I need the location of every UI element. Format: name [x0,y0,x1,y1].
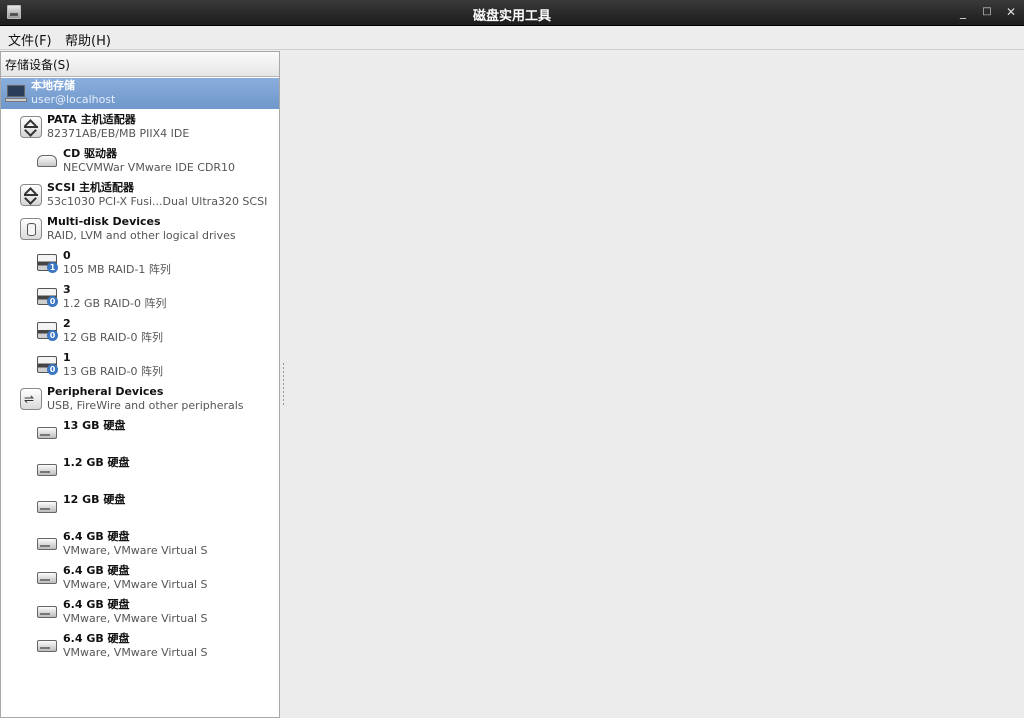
device-title: CD 驱动器 [63,147,118,160]
storage-devices-pane[interactable]: 存储设备(S) 本地存储 user@localhost PATA 主机适配器 823… [0,51,280,718]
device-title: SCSI 主机适配器 [47,181,135,194]
raid-level-badge: 1 [47,262,58,273]
hard-drive-icon [36,566,58,588]
device-subtitle: 13 GB RAID-0 阵列 [63,365,163,378]
menu-file[interactable]: 文件(F) [8,30,52,49]
laptop-icon [5,83,27,105]
device-subtitle: user@localhost [31,93,116,106]
device-subtitle: VMware, VMware Virtual S [63,578,208,591]
cdrom-icon [36,149,58,171]
device-row-pata-adapter[interactable]: PATA 主机适配器 82371AB/EB/MB PIIX4 IDE [1,112,279,146]
menu-bar: 文件(F) 帮助(H) [0,27,1024,50]
device-title: 6.4 GB 硬盘 [63,530,130,543]
minimize-button[interactable]: _ [955,4,971,20]
multidisk-icon [20,218,42,240]
device-row-peripheral[interactable]: ⇌ Peripheral Devices USB, FireWire and ot… [1,384,279,418]
device-title: 6.4 GB 硬盘 [63,598,130,611]
raid-level-badge: 0 [47,330,58,341]
device-row-hard-disk[interactable]: 12 GB 硬盘 [1,492,279,529]
device-row-hard-disk[interactable]: 6.4 GB 硬盘 VMware, VMware Virtual S [1,529,279,563]
device-subtitle: 1.2 GB RAID-0 阵列 [63,297,167,310]
device-row-multi-disk[interactable]: Multi-disk Devices RAID, LVM and other lo… [1,214,279,248]
device-row-raid-0[interactable]: 1 0 105 MB RAID-1 阵列 [1,248,279,282]
device-row-local-storage[interactable]: 本地存储 user@localhost [1,78,279,109]
device-title: 本地存储 [31,79,75,92]
device-subtitle: VMware, VMware Virtual S [63,612,208,625]
device-row-raid-3[interactable]: 0 3 1.2 GB RAID-0 阵列 [1,282,279,316]
details-pane [284,51,1024,718]
hard-drive-icon [36,532,58,554]
raid-icon: 1 [36,251,58,273]
raid-level-badge: 0 [47,364,58,375]
usb-icon: ⇌ [20,388,42,410]
device-row-hard-disk[interactable]: 6.4 GB 硬盘 VMware, VMware Virtual S [1,631,279,665]
raid-icon: 0 [36,285,58,307]
device-title: 0 [63,249,71,262]
storage-devices-header[interactable]: 存储设备(S) [1,52,279,77]
device-row-raid-1[interactable]: 0 1 13 GB RAID-0 阵列 [1,350,279,384]
maximize-button[interactable]: □ [979,4,995,20]
hard-drive-icon [36,421,58,443]
device-row-raid-2[interactable]: 0 2 12 GB RAID-0 阵列 [1,316,279,350]
device-subtitle: 105 MB RAID-1 阵列 [63,263,171,276]
device-subtitle: NECVMWar VMware IDE CDR10 [63,161,236,174]
device-subtitle: VMware, VMware Virtual S [63,646,208,659]
device-row-cd-drive[interactable]: CD 驱动器 NECVMWar VMware IDE CDR10 [1,146,279,180]
device-title: PATA 主机适配器 [47,113,136,126]
device-title: Peripheral Devices [47,385,164,398]
device-row-hard-disk[interactable]: 13 GB 硬盘 [1,418,279,455]
device-subtitle: 82371AB/EB/MB PIIX4 IDE [47,127,190,140]
device-title: 6.4 GB 硬盘 [63,564,130,577]
device-subtitle: RAID, LVM and other logical drives [47,229,236,242]
raid-icon: 0 [36,353,58,375]
device-subtitle: 12 GB RAID-0 阵列 [63,331,163,344]
device-subtitle: VMware, VMware Virtual S [63,544,208,557]
device-title: 13 GB 硬盘 [63,419,126,432]
device-row-hard-disk[interactable]: 6.4 GB 硬盘 VMware, VMware Virtual S [1,563,279,597]
device-title: 6.4 GB 硬盘 [63,632,130,645]
raid-level-badge: 0 [47,296,58,307]
window-title: 磁盘实用工具 [472,9,551,24]
hard-drive-icon [36,458,58,480]
device-title: 2 [63,317,71,330]
device-subtitle: USB, FireWire and other peripherals [47,399,244,412]
device-row-hard-disk[interactable]: 1.2 GB 硬盘 [1,455,279,492]
device-row-hard-disk[interactable]: 6.4 GB 硬盘 VMware, VMware Virtual S [1,597,279,631]
controller-icon [20,184,42,206]
hard-drive-icon [36,495,58,517]
device-title: 12 GB 硬盘 [63,493,126,506]
title-bar[interactable]: 磁盘实用工具 _ □ ✕ [0,0,1024,26]
close-button[interactable]: ✕ [1003,4,1019,20]
controller-icon [20,116,42,138]
device-title: 1 [63,351,71,364]
device-title: Multi-disk Devices [47,215,161,228]
device-row-scsi-adapter[interactable]: SCSI 主机适配器 53c1030 PCI-X Fusi...Dual Ultr… [1,180,279,214]
raid-icon: 0 [36,319,58,341]
device-title: 3 [63,283,71,296]
device-title: 1.2 GB 硬盘 [63,456,130,469]
hard-drive-icon [36,634,58,656]
hard-drive-icon [36,600,58,622]
device-subtitle: 53c1030 PCI-X Fusi...Dual Ultra320 SCSI [47,195,268,208]
menu-help[interactable]: 帮助(H) [65,30,111,49]
